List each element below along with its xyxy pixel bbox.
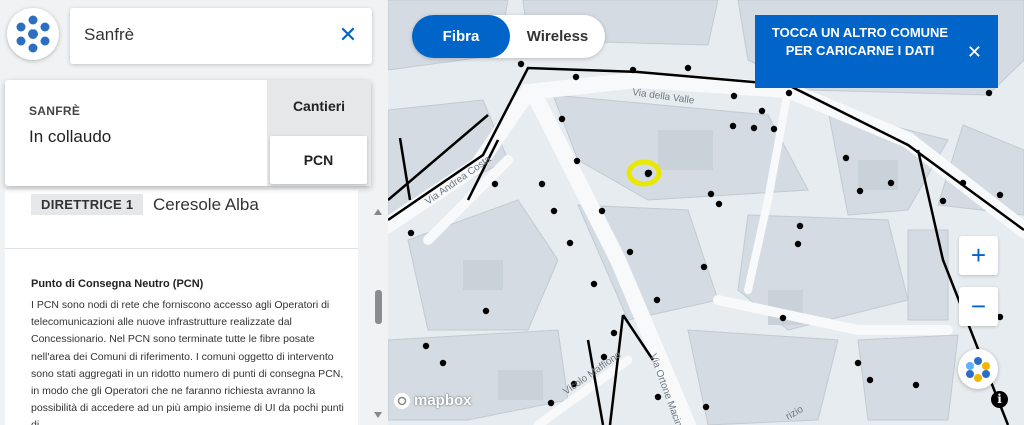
mapbox-attribution[interactable]: mapbox: [394, 392, 472, 409]
network-type-toggle: Fibra Wireless: [412, 15, 605, 58]
toggle-wireless[interactable]: Wireless: [510, 15, 605, 58]
layers-icon: [966, 357, 990, 382]
tab-column: Cantieri PCN: [267, 80, 371, 186]
scrollbar-thumb[interactable]: [375, 290, 382, 324]
pcn-section-body: I PCN sono nodi di rete che forniscono a…: [31, 299, 344, 425]
scroll-down-icon[interactable]: [374, 412, 382, 418]
app-logo[interactable]: [7, 8, 59, 60]
municipality-card: SANFRÈ In collaudo Cantieri PCN: [5, 80, 371, 186]
details-scroll-area[interactable]: DIRETTRICE 1 Ceresole Alba Punto di Cons…: [5, 190, 358, 425]
scroll-up-icon[interactable]: [374, 209, 382, 215]
layers-button[interactable]: [958, 349, 998, 389]
zoom-out-button[interactable]: −: [959, 287, 998, 326]
mapbox-text: mapbox: [414, 392, 472, 409]
municipality-status: In collaudo: [29, 127, 112, 146]
highlight-mark: [626, 159, 662, 187]
tab-pcn[interactable]: PCN: [270, 136, 367, 184]
search-box: ✕: [70, 8, 372, 64]
divider: [5, 248, 358, 249]
municipality-search-input[interactable]: [82, 24, 326, 46]
tab-cantieri[interactable]: Cantieri: [267, 82, 371, 130]
pcn-section-title: Punto di Consegna Neutro (PCN): [31, 278, 204, 290]
direttrice-chip: DIRETTRICE 1: [31, 194, 144, 215]
logo-icon: [16, 15, 50, 53]
close-icon[interactable]: ✕: [967, 42, 982, 63]
toggle-fibra[interactable]: Fibra: [412, 15, 510, 58]
municipality-name: SANFRÈ: [29, 104, 81, 118]
notice-text: TOCCA UN ALTRO COMUNE PER CARICARNE I DA…: [771, 25, 949, 58]
close-icon[interactable]: ✕: [338, 24, 358, 46]
direttrice-value: Ceresole Alba: [153, 195, 259, 214]
notice-banner: TOCCA UN ALTRO COMUNE PER CARICARNE I DA…: [755, 15, 998, 88]
info-icon[interactable]: i: [991, 391, 1008, 408]
zoom-in-button[interactable]: +: [959, 236, 998, 275]
mapbox-logo-icon: [394, 392, 410, 409]
scrollbar[interactable]: [372, 205, 385, 425]
